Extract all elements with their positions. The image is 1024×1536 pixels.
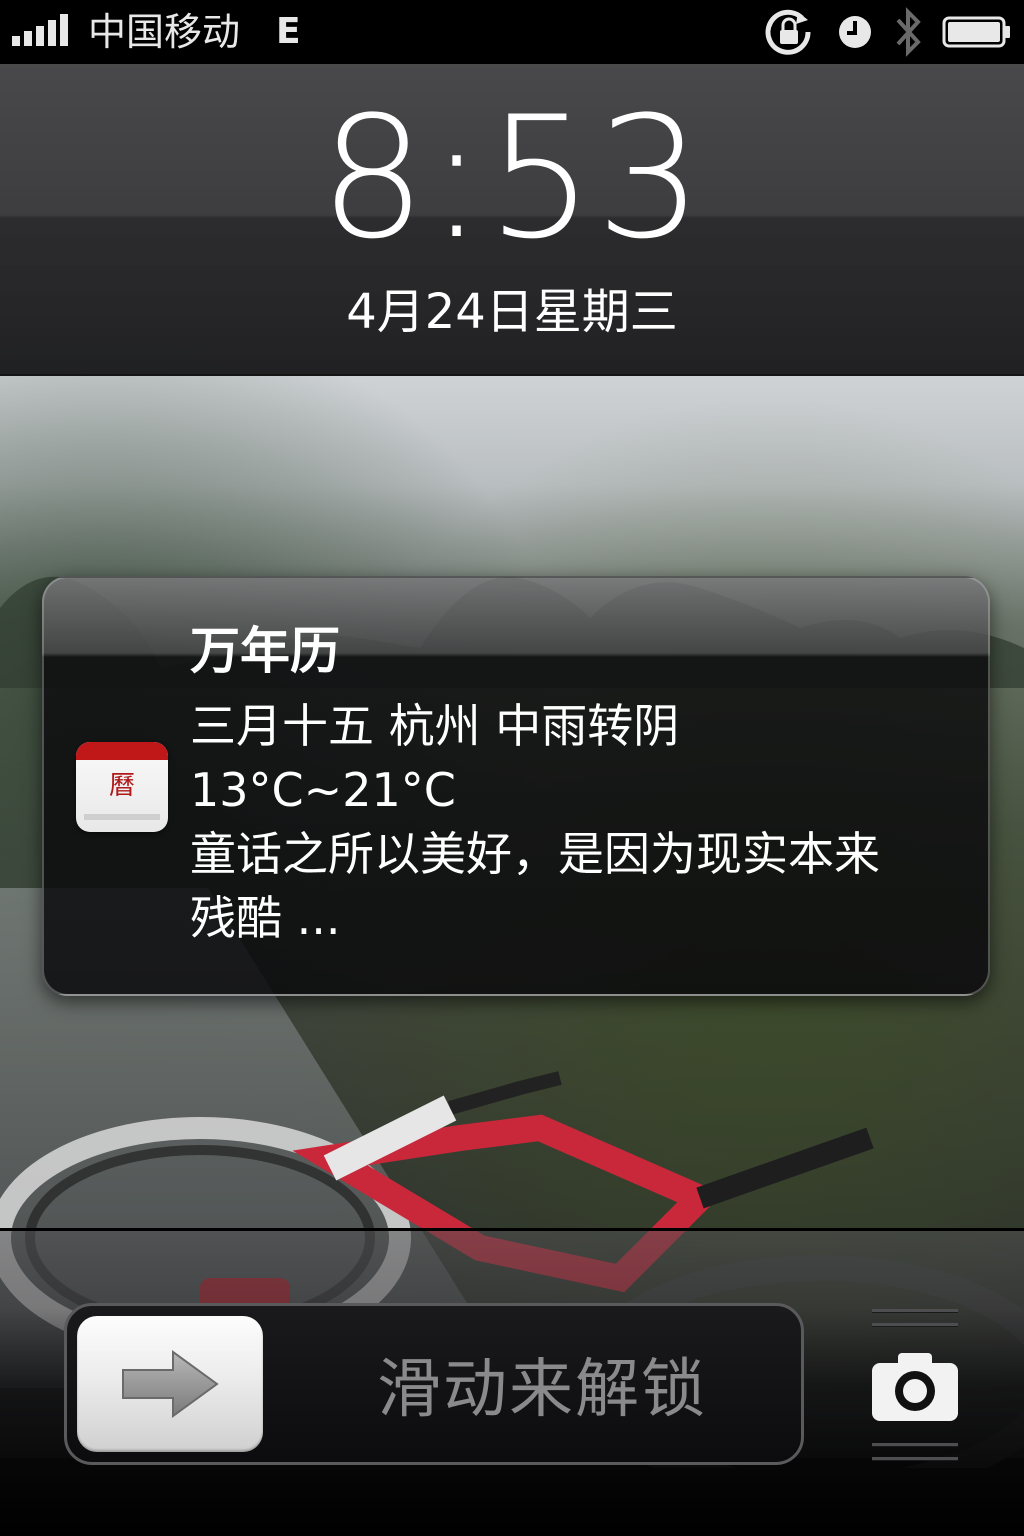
clock-panel: 8:53 4月24日星期三 — [0, 64, 1024, 376]
clock-time: 8:53 — [319, 80, 705, 276]
network-type: E — [276, 11, 301, 52]
notification-body: 三月十五 杭州 中雨转阴 13°C~21°C 童话之所以美好，是因为现实本来 残… — [190, 694, 970, 950]
signal-icon — [12, 14, 68, 46]
calendar-app-icon: 曆 — [76, 742, 168, 832]
notification-line: 13°C~21°C — [190, 763, 456, 817]
alarm-icon — [839, 16, 871, 48]
unlock-panel: 滑动来解锁 — [0, 1228, 1024, 1536]
camera-icon[interactable] — [870, 1351, 960, 1423]
notification-app-name: 万年历 — [190, 622, 340, 680]
lock-screen: 中国移动 E 8:53 4月24日星期三 曆 万年历 三月十五 杭州 中雨转阴 … — [0, 0, 1024, 1536]
status-bar: 中国移动 E — [0, 0, 1024, 64]
notification-line: 三月十五 杭州 中雨转阴 — [190, 699, 680, 753]
slide-to-unlock-label: 滑动来解锁 — [377, 1353, 707, 1427]
orientation-lock-icon — [765, 9, 811, 55]
slide-to-unlock-track[interactable]: 滑动来解锁 — [64, 1303, 804, 1465]
bluetooth-icon — [896, 7, 921, 57]
battery-icon — [942, 16, 1010, 48]
camera-grabber[interactable] — [870, 1303, 960, 1473]
notification-line: 童话之所以美好，是因为现实本来 — [190, 827, 880, 881]
notification-line: 残酷 ... — [190, 891, 341, 945]
notification-card[interactable]: 曆 万年历 三月十五 杭州 中雨转阴 13°C~21°C 童话之所以美好，是因为… — [42, 576, 990, 996]
arrow-right-icon — [122, 1350, 219, 1418]
status-icons — [762, 6, 1012, 58]
clock-date: 4月24日星期三 — [346, 284, 678, 340]
carrier-name: 中国移动 — [88, 10, 241, 54]
slide-to-unlock-knob[interactable] — [77, 1316, 263, 1452]
